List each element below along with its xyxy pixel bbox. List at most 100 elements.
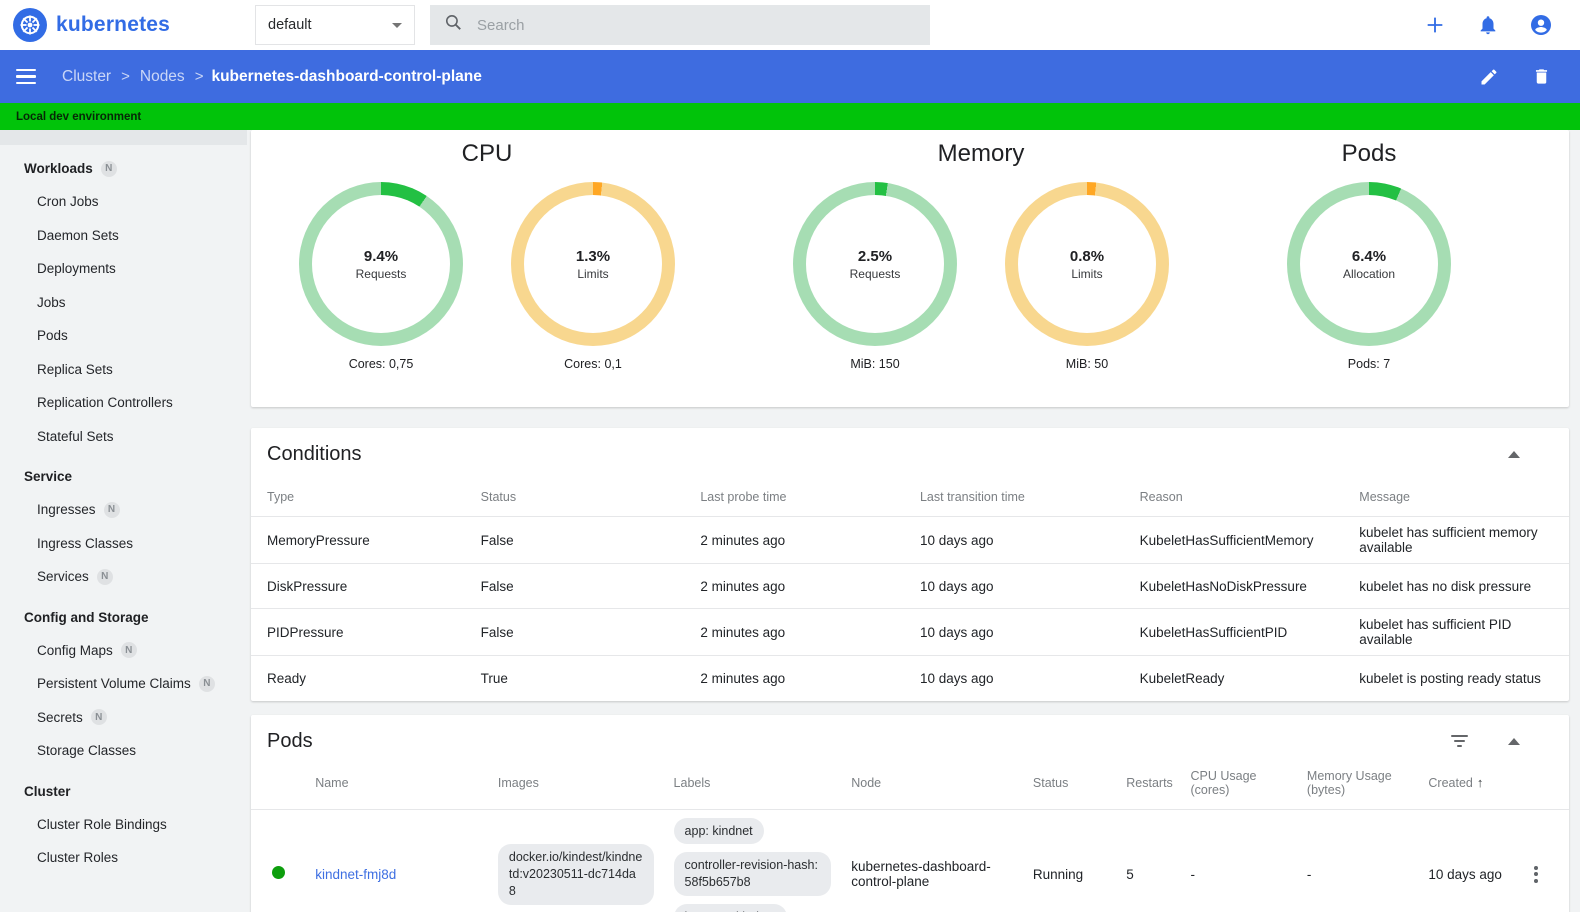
new-badge: N [100,160,117,177]
conditions-collapse-button[interactable] [1508,451,1520,458]
sidebar-item-jobs[interactable]: Jobs [0,286,247,320]
sidebar-item-replica-sets[interactable]: Replica Sets [0,353,247,387]
sidebar-item-deployments[interactable]: Deployments [0,252,247,286]
sidebar-item-label: Config Maps [37,642,113,658]
sidebar-item-label: Cluster Role Bindings [37,816,167,832]
column-header-name[interactable]: Name [305,758,488,810]
gauge-cpu-limits: 1.3% Limits Cores: 0,1 [511,182,675,371]
sidebar-item-replication-controllers[interactable]: Replication Controllers [0,386,247,420]
sidebar-item-cluster-roles[interactable]: Cluster Roles [0,841,247,875]
sidebar-item-ingress-classes[interactable]: Ingress Classes [0,527,247,561]
donut-chart: 6.4% Allocation [1287,182,1451,346]
sidebar-item-cluster-role-bindings[interactable]: Cluster Role Bindings [0,808,247,842]
sidebar-section-label: Workloads [24,161,93,176]
more-vertical-dots-button[interactable] [1533,865,1538,883]
condition-cell-status: False [470,563,691,609]
breadcrumb-separator-icon: > [121,68,130,85]
sidebar-item-label: Cron Jobs [37,194,99,210]
edit-pencil-button[interactable] [1476,64,1502,90]
conditions-table-body: MemoryPressure False 2 minutes ago 10 days … [251,516,1569,701]
sidebar-section-service[interactable]: Service [0,460,247,493]
column-header-memory-usage-bytes[interactable]: Memory Usage (bytes) [1296,758,1419,810]
column-header-node[interactable]: Node [841,758,1023,810]
conditions-card: Conditions Type Status Last probe time Last… [251,428,1569,701]
sidebar-item-ingresses[interactable]: Ingresses N [0,493,247,527]
breadcrumb-separator-icon: > [194,68,204,85]
search-icon [444,13,463,37]
column-header-status-dot [251,758,306,810]
top-app-bar: kubernetes default [0,0,1580,50]
menu-hamburger-button[interactable] [16,65,40,89]
delete-trash-button[interactable] [1528,64,1554,90]
sidebar-item-services[interactable]: Services N [0,560,247,594]
table-row: kindnet-fmj8d docker.io/kindest/kindnetd:… [251,809,1569,912]
new-badge: N [103,501,120,518]
column-header-restarts[interactable]: Restarts [1116,758,1181,810]
column-header-status[interactable]: Status [1022,758,1117,810]
sidebar-item-storage-classes[interactable]: Storage Classes [0,734,247,768]
gauge-footer: Cores: 0,1 [564,357,622,371]
pod-labels-cell: app: kindnet controller-revision-hash: 58… [664,809,842,912]
table-row: DiskPressure False 2 minutes ago 10 days ag… [251,563,1569,609]
sidebar-item-config-maps[interactable]: Config Maps N [0,634,247,668]
column-header-created[interactable]: Created ↑ [1418,758,1524,810]
table-row: MemoryPressure False 2 minutes ago 10 days … [251,516,1569,564]
column-header-label: Created [1428,776,1473,790]
gauge-center: 0.8% Limits [1070,248,1104,281]
gauge-label: Requests [355,266,407,281]
column-header-last-probe-time: Last probe time [700,490,787,504]
breadcrumb-link-cluster[interactable]: Cluster [62,68,111,86]
sidebar-item-label: Cluster Roles [37,850,119,866]
sidebar-item-label: Replication Controllers [37,395,173,411]
condition-cell-type: DiskPressure [251,563,471,609]
sidebar-item-cron-jobs[interactable]: Cron Jobs [0,185,247,219]
sidebar-item-secrets[interactable]: Secrets N [0,701,247,735]
pod-name-link[interactable]: kindnet-fmj8d [315,867,396,882]
breadcrumb-link-nodes[interactable]: Nodes [140,68,185,86]
sidebar-section-cluster[interactable]: Cluster [0,775,247,808]
brand-name: kubernetes [56,13,171,36]
gauge-center: 1.3% Limits [576,248,610,281]
new-badge: N [198,675,215,692]
breadcrumb-current: kubernetes-dashboard-control-plane [211,67,482,85]
pods-filter-icon[interactable] [1451,735,1468,747]
donut-chart: 2.5% Requests [793,182,957,346]
column-header-images[interactable]: Images [487,758,664,810]
chart-group-pods: Pods 6.4% Allocation Pods: 7 [1287,140,1451,371]
condition-cell-last-transition-time: 10 days ago [909,516,1130,564]
pod-images-cell: docker.io/kindest/kindnetd:v20230511-dc7… [488,809,664,912]
create-resource-button[interactable] [1422,12,1448,38]
gauge-center: 2.5% Requests [850,248,901,281]
pods-header-row: Name Images Labels Node Status Restarts CPU Us… [251,758,1569,810]
new-badge: N [96,568,113,585]
column-header-reason: Reason [1139,490,1183,504]
sidebar-section-config-and-storage[interactable]: Config and Storage [0,601,247,634]
pods-table: Name Images Labels Node Status Restarts CPU Us… [251,758,1569,912]
sidebar-item-pods[interactable]: Pods [0,319,247,353]
sidebar-section-workloads[interactable]: Workloads N [0,152,247,185]
namespace-selector[interactable]: default [255,5,415,45]
account-circle-button[interactable] [1528,12,1554,38]
topbar-actions [1422,12,1580,38]
pod-status-text-cell: Running [1032,866,1084,882]
namespace-selected-value: default [268,17,312,33]
notifications-bell-button[interactable] [1475,12,1501,38]
column-header-cpu-usage-cores[interactable]: CPU Usage (cores) [1180,758,1297,810]
sidebar-item-stateful-sets[interactable]: Stateful Sets [0,420,247,454]
pods-collapse-button[interactable] [1508,737,1520,745]
sidebar-section-label: Service [24,469,73,484]
gauge-value: 9.4% [363,247,399,265]
conditions-table-head: Type Status Last probe time Last transition… [251,480,1569,517]
sidebar-item-daemon-sets[interactable]: Daemon Sets [0,219,247,253]
brand: kubernetes [0,8,255,42]
main-content: CPU 9.4% Requests Cores: 0,75 1.3% Limits Core… [247,130,1580,912]
sidebar-item-persistent-volume-claims[interactable]: Persistent Volume Claims N [0,667,247,701]
gauge-label: Requests [849,266,901,281]
column-header-labels[interactable]: Labels [663,758,842,810]
search-input[interactable] [477,16,916,34]
gauge-value: 2.5% [857,247,893,265]
gauge-center: 9.4% Requests [356,248,407,281]
condition-cell-reason: KubeletHasNoDiskPressure [1129,563,1350,609]
new-badge: N [120,642,137,659]
conditions-header-row: Type Status Last probe time Last transition… [251,480,1569,517]
